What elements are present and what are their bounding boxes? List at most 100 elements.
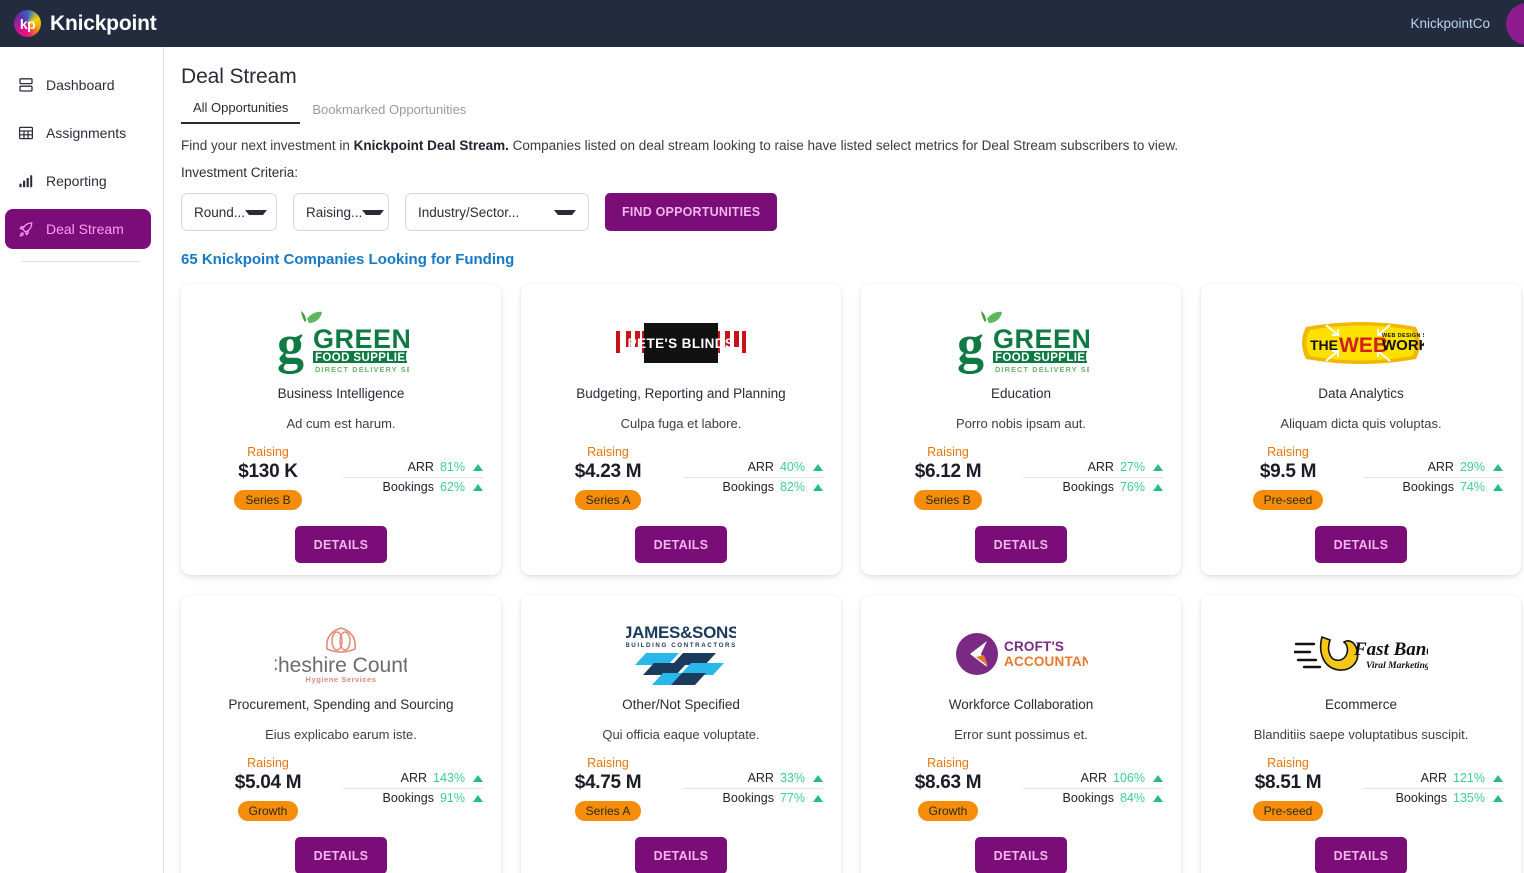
raising-filter-select[interactable]: Raising... [293, 193, 389, 231]
lede-before: Find your next investment in [181, 138, 354, 153]
brand-name: Knickpoint [50, 11, 157, 35]
card-category: Education [990, 386, 1052, 401]
metric-row-bookings: Bookings 76% [1023, 478, 1163, 497]
metrics-column: ARR 27% Bookings 76% [1017, 458, 1163, 497]
logo-initials: kp [19, 15, 36, 32]
round-filter-select[interactable]: Round... [181, 193, 277, 231]
trend-up-icon [1153, 483, 1163, 491]
metrics-column: ARR 106% Bookings 84% [1017, 769, 1163, 808]
raising-amount: $4.75 M [574, 772, 642, 793]
svg-text:Fast Banana: Fast Banana [1353, 639, 1428, 660]
card-description: Error sunt possimus et. [954, 727, 1088, 742]
svg-text:DIRECT DELIVERY SERVICE: DIRECT DELIVERY SERVICE [315, 365, 409, 374]
metric-label-arr: ARR [1080, 771, 1108, 785]
find-opportunities-button[interactable]: FIND OPPORTUNITIES [605, 193, 778, 231]
card-description: Qui officia eaque voluptate. [602, 727, 760, 742]
svg-text:g: g [957, 314, 984, 374]
raising-label: Raising [247, 756, 289, 770]
card-stats: Raising $8.51 M Pre-seed ARR 121% Bookin… [1219, 756, 1503, 821]
trend-up-icon [473, 463, 483, 471]
page-description: Find your next investment in Knickpoint … [181, 138, 1524, 153]
card-category: Workforce Collaboration [948, 697, 1094, 712]
round-badge: Series A [574, 490, 642, 510]
metric-value-bookings: 77% [779, 791, 805, 805]
brand-logo[interactable]: kp Knickpoint [14, 10, 157, 37]
opportunity-card: g GREENS FOOD SUPPLIERS DIRECT DELIVERY … [181, 284, 501, 575]
details-button[interactable]: DETAILS [1314, 837, 1408, 873]
industry-filter-select[interactable]: Industry/Sector... [405, 193, 589, 231]
metric-label-bookings: Bookings [1402, 480, 1454, 494]
sidebar-divider [22, 261, 141, 262]
metric-label-bookings: Bookings [1062, 791, 1114, 805]
metric-value-bookings: 84% [1119, 791, 1145, 805]
table-grid-icon [17, 125, 34, 142]
trend-up-icon [473, 483, 483, 491]
metric-row-arr: ARR 106% [1023, 769, 1163, 789]
tab-bookmarked-opportunities[interactable]: Bookmarked Opportunities [300, 97, 478, 124]
raising-amount: $5.04 M [234, 772, 302, 793]
main-content: Deal Stream All Opportunities Bookmarked… [164, 47, 1524, 873]
card-category: Ecommerce [1324, 697, 1397, 712]
svg-text:g: g [277, 314, 304, 374]
bar-chart-icon [17, 173, 34, 190]
round-badge: Growth [917, 801, 979, 821]
details-button[interactable]: DETAILS [634, 837, 728, 873]
card-stats: Raising $8.63 M Growth ARR 106% Bookings… [879, 756, 1163, 821]
opportunity-card: Cheshire County Hygiene Services Procure… [181, 595, 501, 873]
metric-row-bookings: Bookings 82% [683, 478, 823, 497]
metric-value-bookings: 82% [779, 480, 805, 494]
metric-label-arr: ARR [747, 771, 774, 785]
round-badge: Series B [234, 490, 302, 510]
metrics-column: ARR 29% Bookings 74% [1357, 458, 1503, 497]
round-filter-value: Round... [194, 204, 246, 220]
metric-row-arr: ARR 40% [683, 458, 823, 478]
the-web-works-logo: THE WEB WORKS WEB DESIGN STUDIO [1298, 306, 1424, 380]
sidebar-item-dashboard[interactable]: Dashboard [5, 65, 151, 105]
round-badge: Growth [237, 801, 299, 821]
details-button[interactable]: DETAILS [634, 526, 728, 563]
raising-label: Raising [927, 445, 969, 459]
avatar[interactable] [1506, 2, 1524, 45]
opportunity-card: Fast Banana Viral Marketing Ecommerce Bl… [1201, 595, 1521, 873]
details-button[interactable]: DETAILS [294, 526, 388, 563]
details-button[interactable]: DETAILS [294, 837, 388, 873]
organization-name[interactable]: KnickpointCo [1410, 16, 1506, 31]
svg-text:GREENS: GREENS [993, 324, 1089, 354]
details-button[interactable]: DETAILS [974, 837, 1068, 873]
metric-label-arr: ARR [1087, 460, 1114, 474]
svg-text:THE: THE [1310, 337, 1338, 353]
metric-row-bookings: Bookings 91% [343, 789, 483, 808]
opportunity-card: THE WEB WORKS WEB DESIGN STUDIO Data Ana… [1201, 284, 1521, 575]
metric-row-arr: ARR 29% [1363, 458, 1503, 478]
metrics-column: ARR 143% Bookings 91% [337, 769, 483, 808]
sidebar-item-deal-stream[interactable]: Deal Stream [5, 209, 151, 249]
lede-after: Companies listed on deal stream looking … [508, 138, 1179, 153]
details-button[interactable]: DETAILS [974, 526, 1068, 563]
card-category: Data Analytics [1318, 386, 1404, 401]
metric-row-bookings: Bookings 77% [683, 789, 823, 808]
results-count-heading: 65 Knickpoint Companies Looking for Fund… [181, 251, 515, 268]
tab-all-opportunities[interactable]: All Opportunities [181, 95, 301, 124]
card-category: Business Intelligence [277, 386, 405, 401]
metric-row-bookings: Bookings 135% [1363, 789, 1503, 808]
raising-filter-value: Raising... [306, 204, 363, 220]
raising-amount: $8.51 M [1254, 772, 1322, 793]
svg-text:ACCOUNTANTS: ACCOUNTANTS [1004, 654, 1088, 669]
card-stats: Raising $5.04 M Growth ARR 143% Bookings… [199, 756, 483, 821]
raising-label: Raising [587, 445, 629, 459]
opportunity-card: PETE'S BLINDS Budgeting, Reporting and P… [521, 284, 841, 575]
svg-text:PETE'S BLINDS: PETE'S BLINDS [628, 336, 735, 351]
sidebar-item-reporting[interactable]: Reporting [5, 161, 151, 201]
card-description: Eius explicabo earum iste. [265, 727, 417, 742]
round-badge: Pre-seed [1252, 801, 1324, 821]
details-button[interactable]: DETAILS [1314, 526, 1408, 563]
metric-value-arr: 106% [1113, 771, 1145, 785]
chevron-down-icon [245, 209, 268, 215]
metric-row-arr: ARR 81% [343, 458, 483, 478]
tab-label: All Opportunities [193, 100, 289, 115]
raising-amount: $130 K [238, 461, 298, 482]
metric-value-bookings: 74% [1459, 480, 1485, 494]
sidebar-item-assignments[interactable]: Assignments [5, 113, 151, 153]
investment-criteria-label: Investment Criteria: [181, 165, 299, 180]
metric-value-bookings: 76% [1119, 480, 1145, 494]
